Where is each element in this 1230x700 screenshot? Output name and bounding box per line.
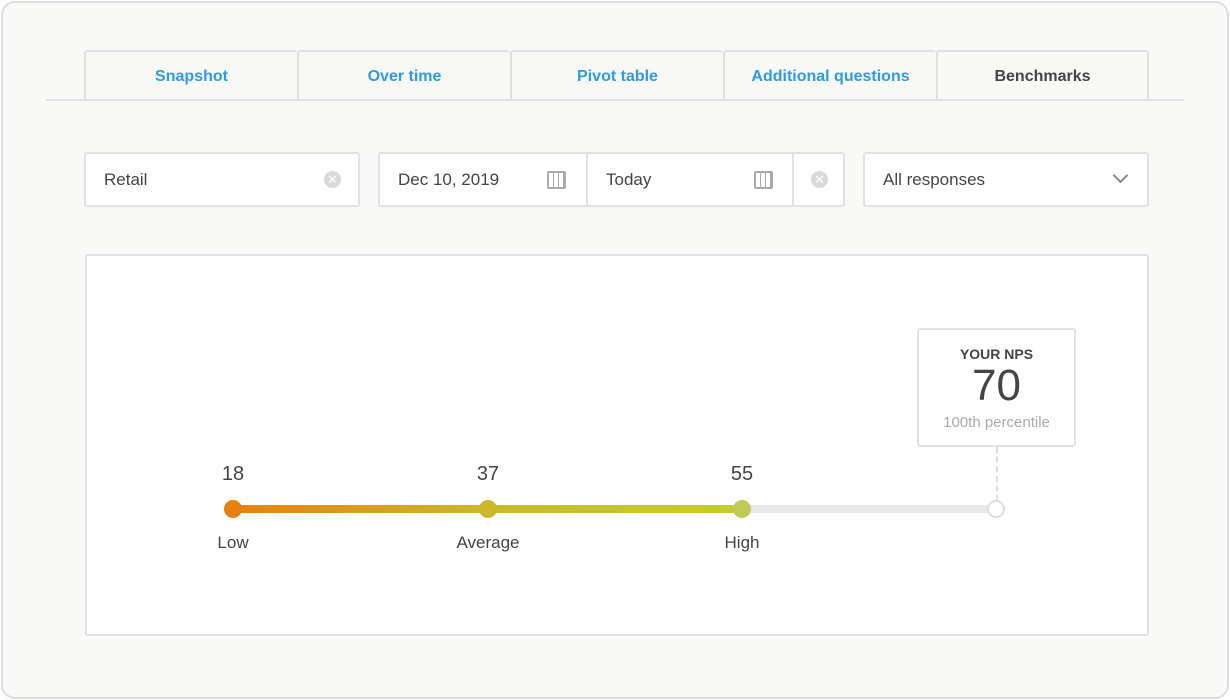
date-range-filter: Dec 10, 2019 Today ✕ [378, 152, 845, 207]
end-date-value: Today [606, 169, 652, 189]
benchmark-high-value: 55 [730, 463, 754, 485]
benchmark-low-value: 18 [221, 463, 245, 485]
start-date-input[interactable]: Dec 10, 2019 [380, 154, 586, 205]
clear-icon[interactable]: ✕ [324, 171, 341, 188]
end-date-input[interactable]: Today [586, 154, 792, 205]
chevron-down-icon [1112, 167, 1129, 184]
benchmark-average-value: 37 [476, 463, 500, 485]
benchmark-high-marker [733, 500, 751, 518]
tab-pivot-table[interactable]: Pivot table [510, 50, 723, 101]
responses-value: All responses [883, 169, 986, 189]
start-date-value: Dec 10, 2019 [398, 169, 500, 189]
your-nps-marker [987, 500, 1005, 518]
benchmark-low-marker [224, 500, 242, 518]
benchmark-high-label: High [724, 533, 760, 552]
benchmark-low-label: Low [217, 533, 249, 552]
tab-snapshot[interactable]: Snapshot [84, 50, 297, 101]
calendar-icon[interactable] [754, 170, 773, 189]
benchmark-average-marker [479, 500, 497, 518]
tab-benchmarks[interactable]: Benchmarks [936, 50, 1149, 101]
nps-connector [996, 447, 998, 501]
industry-value: Retail [104, 169, 148, 189]
industry-filter[interactable]: Retail ✕ [84, 152, 360, 207]
tab-bar: Snapshot Over time Pivot table Additiona… [84, 50, 1149, 101]
clear-icon[interactable]: ✕ [811, 171, 828, 188]
calendar-icon[interactable] [547, 170, 566, 189]
your-nps-title: YOUR NPS [959, 346, 1034, 362]
benchmark-average-label: Average [456, 533, 520, 552]
your-nps-percentile: 100th percentile [943, 414, 1050, 431]
tab-additional-questions[interactable]: Additional questions [723, 50, 936, 101]
tab-divider [46, 99, 1184, 101]
your-nps-value: 70 [972, 361, 1021, 410]
your-nps-callout: YOUR NPS 70 100th percentile [917, 328, 1076, 447]
tab-over-time[interactable]: Over time [297, 50, 510, 101]
responses-dropdown[interactable]: All responses [863, 152, 1149, 207]
